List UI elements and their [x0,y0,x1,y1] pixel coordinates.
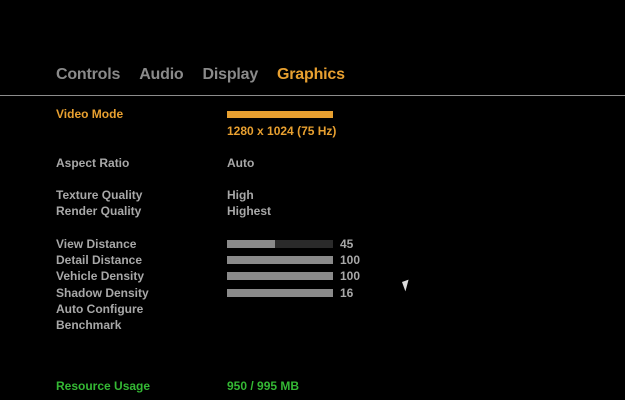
tab-controls[interactable]: Controls [56,64,120,88]
shadow-density-slider[interactable]: 16 [227,286,353,300]
shadow-density-slider-fill [227,289,333,297]
video-mode-value: 1280 x 1024 (75 Hz) [227,124,337,138]
tab-graphics[interactable]: Graphics [277,64,345,88]
shadow-density-value: 16 [340,286,354,300]
vehicle-density-slider-fill [227,272,333,280]
texture-quality-label: Texture Quality [56,188,143,202]
texture-quality-value: High [227,188,254,202]
vehicle-density-slider[interactable]: 100 [227,269,360,283]
render-quality-label: Render Quality [56,204,142,218]
shadow-density-label: Shadow Density [56,286,149,300]
tab-display[interactable]: Display [203,64,259,88]
settings-tabs: Controls Audio Display Graphics [56,64,364,88]
resource-usage-label: Resource Usage [56,379,151,393]
auto-configure-label: Auto Configure [56,302,144,316]
benchmark-label: Benchmark [56,318,122,332]
tab-audio[interactable]: Audio [139,64,184,88]
view-distance-value: 45 [340,237,354,251]
render-quality-value: Highest [227,204,272,218]
video-mode-label: Video Mode [56,107,124,121]
detail-distance-label: Detail Distance [56,253,143,267]
detail-distance-slider-fill [227,256,333,264]
video-mode-highlight-bar [227,111,333,118]
view-distance-label: View Distance [56,237,137,251]
view-distance-slider[interactable]: 45 [227,237,353,251]
detail-distance-slider[interactable]: 100 [227,253,360,267]
vehicle-density-value: 100 [340,269,361,283]
header-divider [0,95,625,96]
detail-distance-value: 100 [340,253,361,267]
resource-usage-value: 950 / 995 MB [227,379,300,393]
aspect-ratio-value: Auto [227,156,255,170]
mouse-cursor-icon [402,279,412,292]
view-distance-slider-fill [227,240,275,248]
aspect-ratio-label: Aspect Ratio [56,156,130,170]
vehicle-density-label: Vehicle Density [56,269,145,283]
